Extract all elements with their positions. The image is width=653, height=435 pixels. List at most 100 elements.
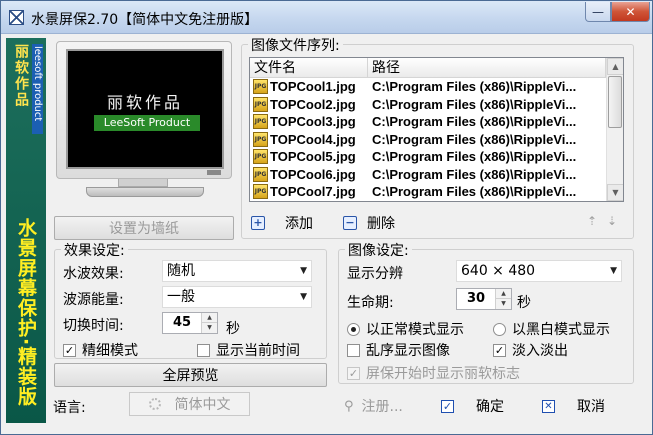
- chevron-down-icon: ▼: [300, 266, 307, 276]
- ripple-effect-label: 水波效果:: [63, 266, 124, 282]
- bw-mode-radio[interactable]: 以黑白模式显示: [493, 319, 610, 339]
- switch-time-label: 切换时间:: [63, 318, 124, 334]
- image-sequence-title: 图像文件序列:: [248, 35, 343, 55]
- show-time-checkbox[interactable]: 显示当前时间: [197, 340, 300, 360]
- image-file-list[interactable]: 文件名 路径 JPG TOPCool1.jpg C:\Program Files…: [249, 57, 624, 202]
- set-wallpaper-button[interactable]: 设置为墙纸: [54, 216, 234, 240]
- check-icon: ✓: [441, 399, 454, 413]
- lifetime-stepper[interactable]: 30 ▲ ▼: [456, 288, 512, 310]
- normal-mode-radio[interactable]: 以正常模式显示: [347, 319, 464, 339]
- shuffle-checkbox[interactable]: 乱序显示图像: [347, 340, 450, 360]
- preview-screen: 丽软作品 LeeSoft Product: [66, 49, 224, 169]
- brand-strip: 丽软作品 leesoft product 水景屏幕保护·精装版: [6, 38, 46, 423]
- row-filename: TOPCool1.jpg: [270, 79, 356, 94]
- resolution-label: 显示分辨: [347, 266, 403, 282]
- table-row[interactable]: JPG TOPCool4.jpg C:\Program Files (x86)\…: [250, 131, 606, 149]
- list-rows: JPG TOPCool1.jpg C:\Program Files (x86)\…: [250, 78, 606, 201]
- normal-mode-label: 以正常模式显示: [366, 322, 464, 338]
- list-scrollbar[interactable]: ▲ ▼: [606, 58, 623, 201]
- minimize-button[interactable]: —: [585, 2, 611, 22]
- close-icon: ✕: [542, 399, 555, 413]
- chevron-down-icon: ▼: [300, 292, 307, 302]
- spin-down-icon[interactable]: ▼: [202, 323, 217, 333]
- scroll-up-icon[interactable]: ▲: [607, 58, 623, 75]
- row-path: C:\Program Files (x86)\RippleVi...: [372, 149, 577, 164]
- fine-mode-check-icon[interactable]: ✓: [63, 343, 76, 357]
- table-row[interactable]: JPG TOPCool2.jpg C:\Program Files (x86)\…: [250, 96, 606, 114]
- fine-mode-checkbox[interactable]: ✓ 精细模式: [63, 340, 138, 360]
- title-bar[interactable]: 水景屏保2.70【简体中文免注册版】 — ✕: [1, 1, 652, 34]
- spin-up-icon[interactable]: ▲: [496, 289, 511, 299]
- fade-check-icon[interactable]: ✓: [493, 343, 506, 357]
- row-filename: TOPCool7.jpg: [270, 184, 356, 199]
- scroll-thumb[interactable]: [608, 76, 622, 128]
- image-settings-title: 图像设定:: [345, 240, 412, 260]
- fade-checkbox[interactable]: ✓ 淡入淡出: [493, 340, 568, 360]
- register-button[interactable]: ⚲ 注册...: [344, 396, 403, 416]
- add-label: 添加: [285, 216, 313, 232]
- scroll-down-icon[interactable]: ▼: [607, 184, 623, 201]
- row-path: C:\Program Files (x86)\RippleVi...: [372, 96, 577, 112]
- table-row[interactable]: JPG TOPCool1.jpg C:\Program Files (x86)\…: [250, 78, 606, 96]
- table-row[interactable]: JPG TOPCool6.jpg C:\Program Files (x86)\…: [250, 166, 606, 184]
- ok-button[interactable]: ✓ 确定: [441, 396, 504, 416]
- language-value: 简体中文: [174, 397, 231, 413]
- delete-icon: −: [343, 216, 357, 230]
- column-filename[interactable]: 文件名: [250, 58, 368, 78]
- bw-mode-radio-icon[interactable]: [493, 322, 506, 336]
- window-title: 水景屏保2.70【简体中文免注册版】: [31, 12, 259, 28]
- switch-time-value[interactable]: 45: [163, 313, 201, 333]
- resolution-value: 640 × 480: [461, 263, 536, 279]
- show-logo-check-icon[interactable]: ✓: [347, 366, 360, 380]
- wave-energy-select[interactable]: 一般 ▼: [162, 286, 312, 308]
- row-path: C:\Program Files (x86)\RippleVi...: [372, 114, 577, 129]
- brand-logo: 丽软作品 leesoft product: [12, 44, 43, 134]
- row-path: C:\Program Files (x86)\RippleVi...: [372, 131, 577, 147]
- monitor-neck: [118, 179, 168, 187]
- jpg-file-icon: JPG: [253, 184, 268, 199]
- register-label: 注册...: [361, 399, 403, 415]
- monitor-body: 丽软作品 LeeSoft Product: [56, 41, 232, 179]
- lifetime-value[interactable]: 30: [457, 289, 495, 309]
- show-logo-checkbox[interactable]: ✓ 屏保开始时显示丽软标志: [347, 363, 520, 383]
- delete-image-button[interactable]: − 删除: [343, 213, 395, 233]
- close-button[interactable]: ✕: [611, 2, 650, 22]
- wave-energy-label: 波源能量:: [63, 292, 124, 308]
- show-logo-label: 屏保开始时显示丽软标志: [366, 366, 520, 382]
- jpg-file-icon: JPG: [253, 79, 268, 94]
- bw-mode-label: 以黑白模式显示: [512, 322, 610, 338]
- show-time-check-icon[interactable]: [197, 343, 210, 357]
- ripple-effect-select[interactable]: 随机 ▼: [162, 260, 312, 282]
- table-row[interactable]: JPG TOPCool7.jpg C:\Program Files (x86)\…: [250, 183, 606, 201]
- key-icon: ⚲: [344, 398, 354, 414]
- column-path[interactable]: 路径: [368, 58, 606, 78]
- list-header: 文件名 路径: [250, 58, 606, 78]
- brand-en-text: leesoft product: [32, 44, 43, 134]
- normal-mode-radio-icon[interactable]: [347, 322, 360, 336]
- jpg-file-icon: JPG: [253, 131, 268, 147]
- shuffle-check-icon[interactable]: [347, 343, 360, 357]
- language-label: 语言:: [53, 400, 86, 416]
- wave-energy-value: 一般: [167, 289, 195, 305]
- brand-cn-text: 丽软作品: [13, 44, 29, 108]
- spin-up-icon[interactable]: ▲: [202, 313, 217, 323]
- monitor-led: [207, 170, 221, 175]
- spin-arrows[interactable]: ▲ ▼: [495, 289, 511, 309]
- fullscreen-preview-button[interactable]: 全屏预览: [54, 363, 327, 387]
- row-path: C:\Program Files (x86)\RippleVi...: [372, 166, 577, 182]
- cancel-label: 取消: [577, 399, 605, 415]
- table-row[interactable]: JPG TOPCool3.jpg C:\Program Files (x86)\…: [250, 113, 606, 131]
- add-image-button[interactable]: + 添加: [251, 213, 313, 233]
- resolution-select[interactable]: 640 × 480 ▼: [456, 260, 622, 282]
- ok-label: 确定: [476, 399, 504, 415]
- spin-down-icon[interactable]: ▼: [496, 299, 511, 309]
- switch-time-stepper[interactable]: 45 ▲ ▼: [162, 312, 218, 334]
- move-up-icon[interactable]: ⇡: [587, 214, 597, 228]
- language-button[interactable]: 简体中文: [129, 392, 250, 416]
- shuffle-label: 乱序显示图像: [366, 343, 450, 359]
- fine-mode-label: 精细模式: [82, 343, 138, 359]
- spin-arrows[interactable]: ▲ ▼: [201, 313, 217, 333]
- table-row[interactable]: JPG TOPCool5.jpg C:\Program Files (x86)\…: [250, 148, 606, 166]
- move-down-icon[interactable]: ⇣: [607, 214, 617, 228]
- cancel-button[interactable]: ✕ 取消: [542, 396, 605, 416]
